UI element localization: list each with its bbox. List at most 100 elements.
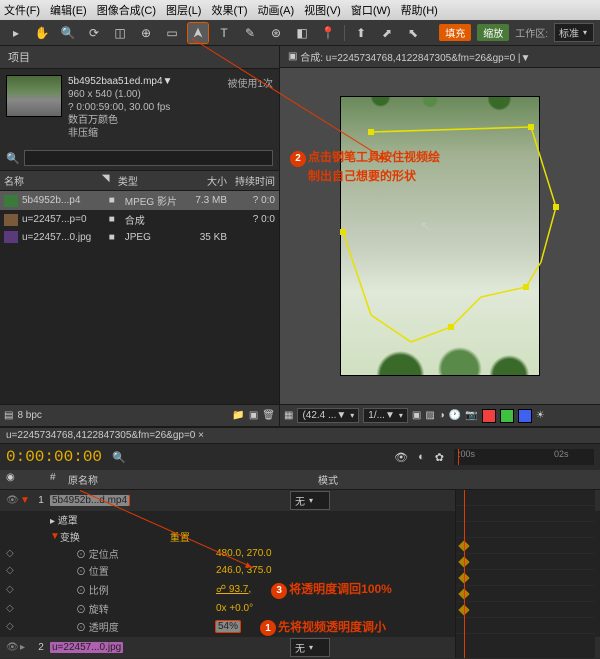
annotation-2-badge: 2	[290, 151, 306, 167]
comp-tab-icon: ▣	[288, 51, 297, 62]
project-row[interactable]: u=22457...p=0■ 合成? 0:0	[0, 210, 279, 229]
canvas-decoration-bottom	[341, 315, 539, 375]
time-ruler[interactable]: :00s 02s	[454, 449, 594, 465]
search-icon: 🔍	[6, 152, 20, 165]
shy-icon[interactable]: 👁	[394, 451, 408, 464]
region-icon[interactable]: ▣	[412, 410, 421, 421]
transparency-grid-icon[interactable]: ▨	[425, 410, 434, 421]
project-footer: ▤ 8 bpc 📁 ▣ 🗑	[0, 404, 279, 426]
pen-tool[interactable]	[188, 23, 208, 43]
project-row[interactable]: u=22457...0.jpg■ JPEG35 KB	[0, 229, 279, 245]
col-name[interactable]: 名称	[4, 173, 102, 188]
workspace-dropdown[interactable]: 标准	[554, 23, 594, 42]
shape-tool[interactable]: ▭	[162, 23, 182, 43]
project-row[interactable]: 5b4952b...p4■ MPEG 影片7.3 MB? 0:0	[0, 191, 279, 210]
project-list: 5b4952b...p4■ MPEG 影片7.3 MB? 0:0 u=22457…	[0, 191, 279, 404]
menu-file[interactable]: 文件(F)	[4, 2, 40, 18]
interpret-icon[interactable]: ▤	[4, 410, 13, 421]
file-type-icon	[4, 214, 18, 226]
zoom-tool[interactable]: 🔍	[58, 23, 78, 43]
menu-effect[interactable]: 效果(T)	[211, 2, 247, 18]
stroke-button[interactable]: 缩放	[477, 24, 509, 41]
comp-tab-label: 合成: u=2245734768,4122847305&fm=26&gp=0 |…	[300, 49, 530, 64]
project-search-input[interactable]	[24, 150, 273, 166]
camera-tool[interactable]: ◫	[110, 23, 130, 43]
selection-tool[interactable]: ▸	[6, 23, 26, 43]
menu-animation[interactable]: 动画(A)	[258, 2, 295, 18]
trash-icon[interactable]: 🗑	[262, 410, 275, 421]
grid-icon[interactable]: ▦	[284, 410, 293, 421]
col-size[interactable]: 大小	[179, 173, 227, 188]
new-folder-icon[interactable]: 📁	[232, 410, 244, 421]
rotate-tool[interactable]: ⟳	[84, 23, 104, 43]
channel-red[interactable]	[482, 409, 496, 423]
motion-blur-icon[interactable]: ◐	[418, 451, 425, 463]
tool-bar: ▸ ✋ 🔍 ⟳ ◫ ⊕ ▭ T ✎ ⊛ ◧ 📍 ⬆ ⬈ ⬉ 填充 缩放 工作区:…	[0, 20, 600, 46]
anchor-tool[interactable]: ⊕	[136, 23, 156, 43]
separator	[344, 25, 345, 41]
col-source-name[interactable]: 原名称	[68, 472, 198, 487]
selected-compress: 非压缩	[68, 127, 172, 140]
timecode-icon[interactable]: 🕐	[449, 410, 461, 421]
bpc-toggle[interactable]: 8 bpc	[17, 410, 41, 421]
mask-toggle-icon[interactable]: ◑	[439, 410, 445, 421]
new-comp-icon[interactable]: ▣	[249, 410, 258, 421]
composition-panel: ▣ 合成: u=2245734768,4122847305&fm=26&gp=0…	[280, 46, 600, 426]
col-dur[interactable]: 持续时间	[227, 173, 275, 188]
annotation-2: 2点击钢笔工具按住视频绘 制出自己想要的形状	[290, 148, 440, 184]
current-timecode[interactable]: 0:00:00:00	[6, 448, 102, 466]
composition-tab[interactable]: ▣ 合成: u=2245734768,4122847305&fm=26&gp=0…	[280, 46, 600, 68]
menu-layer[interactable]: 图层(L)	[166, 2, 201, 18]
col-eye: ◉	[6, 472, 20, 487]
file-type-icon	[4, 195, 18, 207]
selected-dims: 960 x 540 (1.00)	[68, 88, 172, 101]
pin-tool[interactable]: 📍	[318, 23, 338, 43]
world-axis-icon[interactable]: ⬈	[377, 23, 397, 43]
workspace-label: 工作区:	[515, 25, 548, 40]
timeline-search-icon[interactable]: 🔍	[112, 451, 126, 464]
selected-used: 被使用1次	[227, 75, 273, 140]
resolution-dropdown[interactable]: 1/...▼	[363, 408, 408, 423]
selected-fps: ? 0:00:59:00, 30.00 fps	[68, 101, 172, 114]
composition-canvas[interactable]	[340, 96, 540, 376]
selected-name: 5b4952baa51ed.mp4▼	[68, 75, 172, 88]
file-type-icon	[4, 231, 18, 243]
track-cti[interactable]	[464, 490, 465, 658]
local-axis-icon[interactable]: ⬆	[351, 23, 371, 43]
brush-tool[interactable]: ✎	[240, 23, 260, 43]
timeline-tracks[interactable]	[455, 490, 595, 658]
clone-tool[interactable]: ⊛	[266, 23, 286, 43]
project-list-header: 名称 ◥ 类型 大小 持续时间	[0, 171, 279, 191]
col-mode[interactable]: 模式	[318, 472, 338, 487]
timeline-panel: u=2245734768,4122847305&fm=26&gp=0 × 0:0…	[0, 426, 600, 658]
col-type[interactable]: 类型	[118, 173, 179, 188]
text-tool[interactable]: T	[214, 23, 234, 43]
graph-icon[interactable]: ✿	[435, 451, 444, 464]
menu-help[interactable]: 帮助(H)	[401, 2, 438, 18]
menu-bar: 文件(F) 编辑(E) 图像合成(C) 图层(L) 效果(T) 动画(A) 视图…	[0, 0, 600, 20]
project-selected-item: 5b4952baa51ed.mp4▼ 960 x 540 (1.00) ? 0:…	[0, 69, 279, 146]
snapshot-icon[interactable]: 📷	[465, 410, 477, 421]
view-axis-icon[interactable]: ⬉	[403, 23, 423, 43]
menu-composition[interactable]: 图像合成(C)	[97, 2, 156, 18]
timeline-tab[interactable]: u=2245734768,4122847305&fm=26&gp=0 ×	[0, 428, 600, 444]
project-panel: 项目 5b4952baa51ed.mp4▼ 960 x 540 (1.00) ?…	[0, 46, 280, 426]
fill-button[interactable]: 填充	[439, 24, 471, 41]
composition-viewer[interactable]: ↖ 2点击钢笔工具按住视频绘 制出自己想要的形状	[280, 68, 600, 404]
canvas-decoration-top	[341, 97, 539, 127]
zoom-dropdown[interactable]: (42.4 ...▼	[297, 408, 359, 423]
col-label[interactable]: ◥	[102, 173, 118, 188]
channel-blue[interactable]	[518, 409, 532, 423]
project-tab[interactable]: 项目	[0, 46, 279, 69]
exposure-icon[interactable]: ☀	[536, 410, 545, 421]
col-index: #	[50, 472, 68, 487]
menu-window[interactable]: 窗口(W)	[351, 2, 391, 18]
current-time-indicator[interactable]	[458, 449, 459, 465]
eraser-tool[interactable]: ◧	[292, 23, 312, 43]
menu-view[interactable]: 视图(V)	[304, 2, 341, 18]
timeline-columns: ◉ # 原名称 模式	[0, 470, 600, 490]
viewer-footer: ▦ (42.4 ...▼ 1/...▼ ▣ ▨ ◑ 🕐 📷 ☀	[280, 404, 600, 426]
channel-green[interactable]	[500, 409, 514, 423]
hand-tool[interactable]: ✋	[32, 23, 52, 43]
menu-edit[interactable]: 编辑(E)	[50, 2, 87, 18]
